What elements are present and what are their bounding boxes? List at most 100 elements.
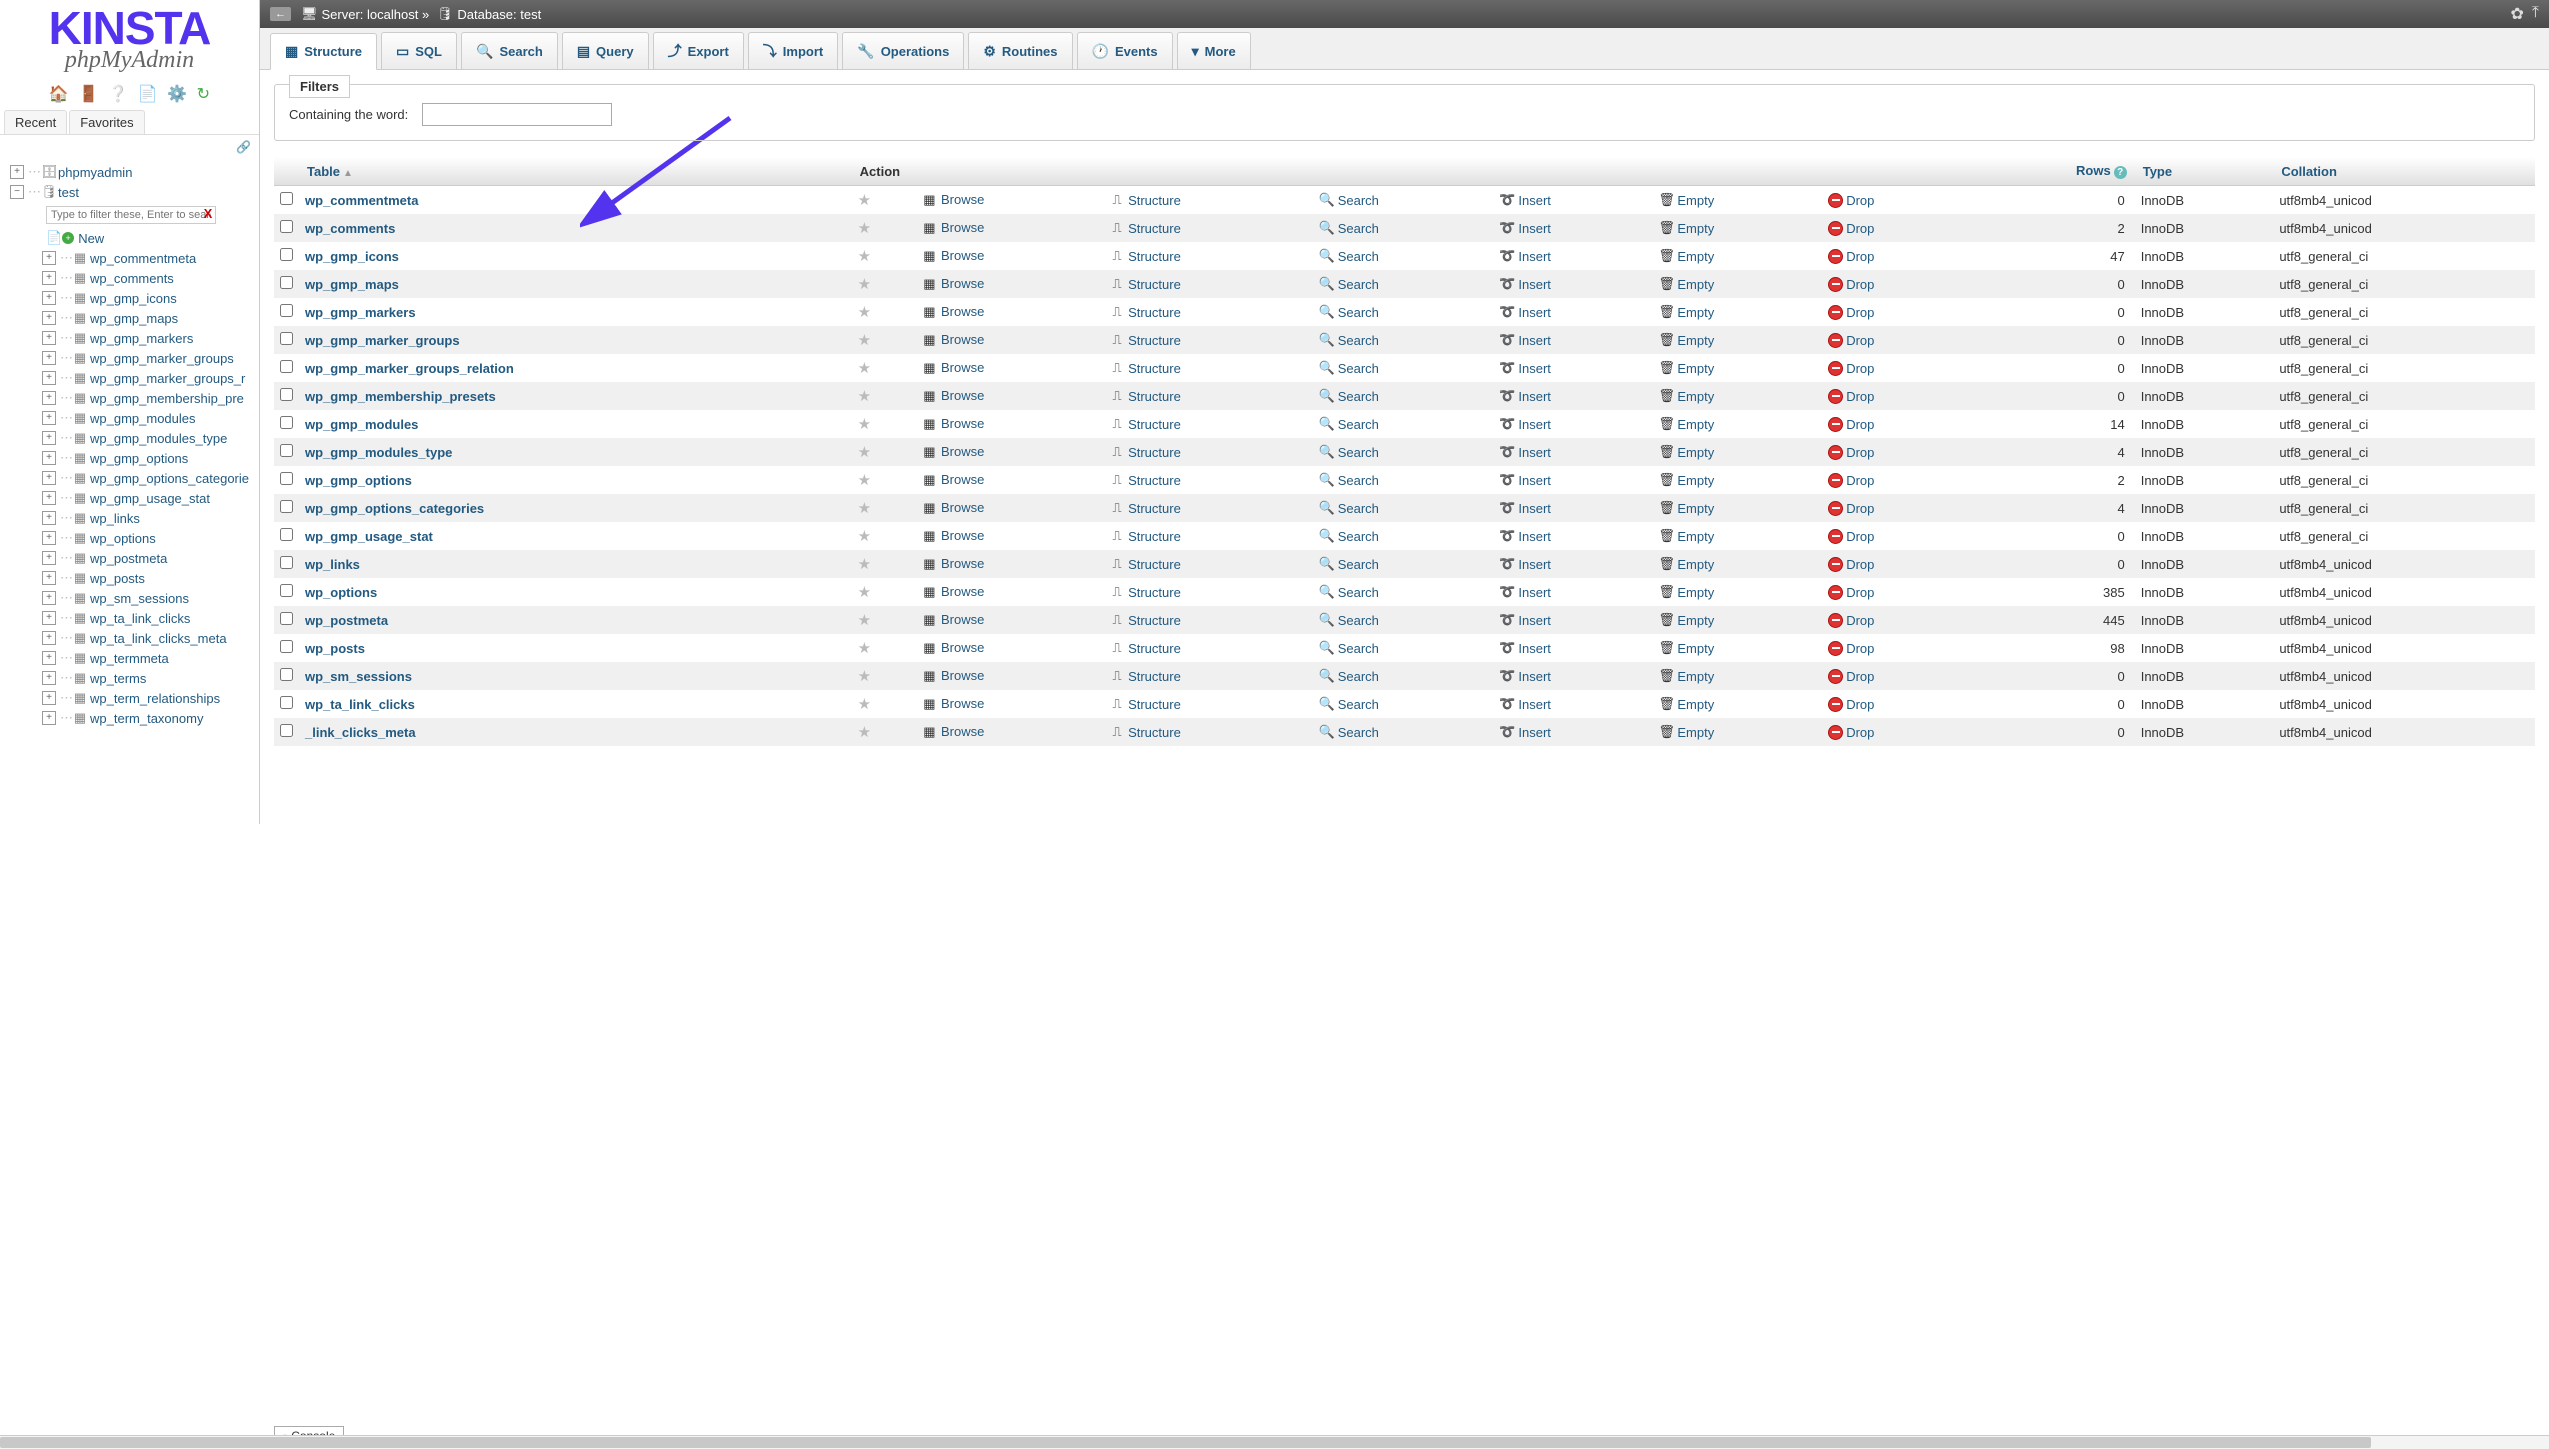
structure-action[interactable]: ⎍ Structure: [1109, 584, 1307, 600]
drop-action[interactable]: Drop: [1828, 501, 1962, 516]
tree-table-item[interactable]: +⋯▦wp_ta_link_clicks: [42, 608, 253, 628]
expand-icon[interactable]: +: [42, 491, 56, 505]
favorite-star-icon[interactable]: ★: [858, 556, 871, 573]
browse-action[interactable]: ▦ Browse: [921, 556, 984, 571]
link-icon[interactable]: 🔗: [236, 140, 251, 154]
expand-icon[interactable]: +: [10, 165, 24, 179]
help-icon[interactable]: ❔: [108, 86, 128, 103]
expand-icon[interactable]: +: [42, 671, 56, 685]
drop-action[interactable]: Drop: [1828, 697, 1962, 712]
drop-action[interactable]: Drop: [1828, 445, 1962, 460]
insert-action[interactable]: ➰ Insert: [1499, 304, 1646, 320]
empty-action[interactable]: 🗑 Empty: [1658, 192, 1816, 208]
empty-action[interactable]: 🗑 Empty: [1658, 220, 1816, 236]
tab-operations[interactable]: 🔧Operations: [842, 32, 964, 69]
table-name-link[interactable]: wp_commentmeta: [305, 193, 418, 208]
tree-table-item[interactable]: +⋯▦wp_gmp_options: [42, 448, 253, 468]
favorite-star-icon[interactable]: ★: [858, 360, 871, 377]
browse-action[interactable]: ▦ Browse: [921, 640, 984, 655]
clear-filter-icon[interactable]: X: [204, 206, 213, 221]
insert-action[interactable]: ➰ Insert: [1499, 696, 1646, 712]
favorite-star-icon[interactable]: ★: [858, 416, 871, 433]
search-action[interactable]: 🔍 Search: [1319, 304, 1488, 320]
browse-action[interactable]: ▦ Browse: [921, 248, 984, 263]
row-checkbox[interactable]: [280, 304, 293, 317]
empty-action[interactable]: 🗑 Empty: [1658, 248, 1816, 264]
tree-table-item[interactable]: +⋯▦wp_term_relationships: [42, 688, 253, 708]
tree-table-item[interactable]: +⋯▦wp_options: [42, 528, 253, 548]
favorite-star-icon[interactable]: ★: [858, 612, 871, 629]
table-name-link[interactable]: wp_gmp_icons: [305, 249, 399, 264]
structure-action[interactable]: ⎍ Structure: [1109, 472, 1307, 488]
row-checkbox[interactable]: [280, 640, 293, 653]
expand-icon[interactable]: +: [42, 291, 56, 305]
empty-action[interactable]: 🗑 Empty: [1658, 388, 1816, 404]
expand-icon[interactable]: +: [42, 371, 56, 385]
favorite-star-icon[interactable]: ★: [858, 248, 871, 265]
tree-db[interactable]: −⋯ 🛢 test: [10, 182, 253, 202]
expand-icon[interactable]: +: [42, 711, 56, 725]
drop-action[interactable]: Drop: [1828, 725, 1962, 740]
tree-filter-input[interactable]: [46, 206, 216, 224]
browse-action[interactable]: ▦ Browse: [921, 472, 984, 487]
nav-back-button[interactable]: ←: [270, 7, 291, 21]
search-action[interactable]: 🔍 Search: [1319, 612, 1488, 628]
table-name-link[interactable]: wp_gmp_usage_stat: [305, 529, 433, 544]
table-name-link[interactable]: wp_gmp_maps: [305, 277, 399, 292]
drop-action[interactable]: Drop: [1828, 641, 1962, 656]
drop-action[interactable]: Drop: [1828, 473, 1962, 488]
row-checkbox[interactable]: [280, 276, 293, 289]
table-name-link[interactable]: wp_gmp_membership_presets: [305, 389, 496, 404]
structure-action[interactable]: ⎍ Structure: [1109, 612, 1307, 628]
table-name-link[interactable]: wp_options: [305, 585, 377, 600]
docs-icon[interactable]: 📄: [138, 86, 158, 103]
favorite-star-icon[interactable]: ★: [858, 724, 871, 741]
favorite-star-icon[interactable]: ★: [858, 304, 871, 321]
browse-action[interactable]: ▦ Browse: [921, 668, 984, 683]
tree-table-item[interactable]: +⋯▦wp_term_taxonomy: [42, 708, 253, 728]
table-name-link[interactable]: wp_gmp_markers: [305, 305, 416, 320]
search-action[interactable]: 🔍 Search: [1319, 192, 1488, 208]
structure-action[interactable]: ⎍ Structure: [1109, 192, 1307, 208]
expand-icon[interactable]: +: [42, 691, 56, 705]
expand-icon[interactable]: +: [42, 591, 56, 605]
tree-table-item[interactable]: +⋯▦wp_posts: [42, 568, 253, 588]
row-checkbox[interactable]: [280, 192, 293, 205]
favorite-star-icon[interactable]: ★: [858, 640, 871, 657]
row-checkbox[interactable]: [280, 500, 293, 513]
insert-action[interactable]: ➰ Insert: [1499, 388, 1646, 404]
empty-action[interactable]: 🗑 Empty: [1658, 528, 1816, 544]
expand-icon[interactable]: +: [42, 411, 56, 425]
search-action[interactable]: 🔍 Search: [1319, 556, 1488, 572]
drop-action[interactable]: Drop: [1828, 249, 1962, 264]
insert-action[interactable]: ➰ Insert: [1499, 724, 1646, 740]
structure-action[interactable]: ⎍ Structure: [1109, 220, 1307, 236]
row-checkbox[interactable]: [280, 612, 293, 625]
empty-action[interactable]: 🗑 Empty: [1658, 640, 1816, 656]
browse-action[interactable]: ▦ Browse: [921, 724, 984, 739]
tree-table-item[interactable]: +⋯▦wp_gmp_modules: [42, 408, 253, 428]
empty-action[interactable]: 🗑 Empty: [1658, 360, 1816, 376]
search-action[interactable]: 🔍 Search: [1319, 360, 1488, 376]
drop-action[interactable]: Drop: [1828, 361, 1962, 376]
search-action[interactable]: 🔍 Search: [1319, 388, 1488, 404]
drop-action[interactable]: Drop: [1828, 417, 1962, 432]
drop-action[interactable]: Drop: [1828, 193, 1962, 208]
search-action[interactable]: 🔍 Search: [1319, 528, 1488, 544]
insert-action[interactable]: ➰ Insert: [1499, 220, 1646, 236]
browse-action[interactable]: ▦ Browse: [921, 276, 984, 291]
search-action[interactable]: 🔍 Search: [1319, 724, 1488, 740]
gear-icon[interactable]: ⚙️: [167, 86, 187, 103]
favorite-star-icon[interactable]: ★: [858, 332, 871, 349]
tree-table-item[interactable]: +⋯▦wp_commentmeta: [42, 248, 253, 268]
tab-routines[interactable]: ⚙Routines: [968, 32, 1072, 69]
empty-action[interactable]: 🗑 Empty: [1658, 612, 1816, 628]
structure-action[interactable]: ⎍ Structure: [1109, 668, 1307, 684]
favorite-star-icon[interactable]: ★: [858, 388, 871, 405]
tree-table-item[interactable]: +⋯▦wp_comments: [42, 268, 253, 288]
structure-action[interactable]: ⎍ Structure: [1109, 500, 1307, 516]
expand-icon[interactable]: +: [42, 251, 56, 265]
tree-table-item[interactable]: +⋯▦wp_links: [42, 508, 253, 528]
reload-icon[interactable]: ↻: [197, 86, 210, 103]
structure-action[interactable]: ⎍ Structure: [1109, 248, 1307, 264]
